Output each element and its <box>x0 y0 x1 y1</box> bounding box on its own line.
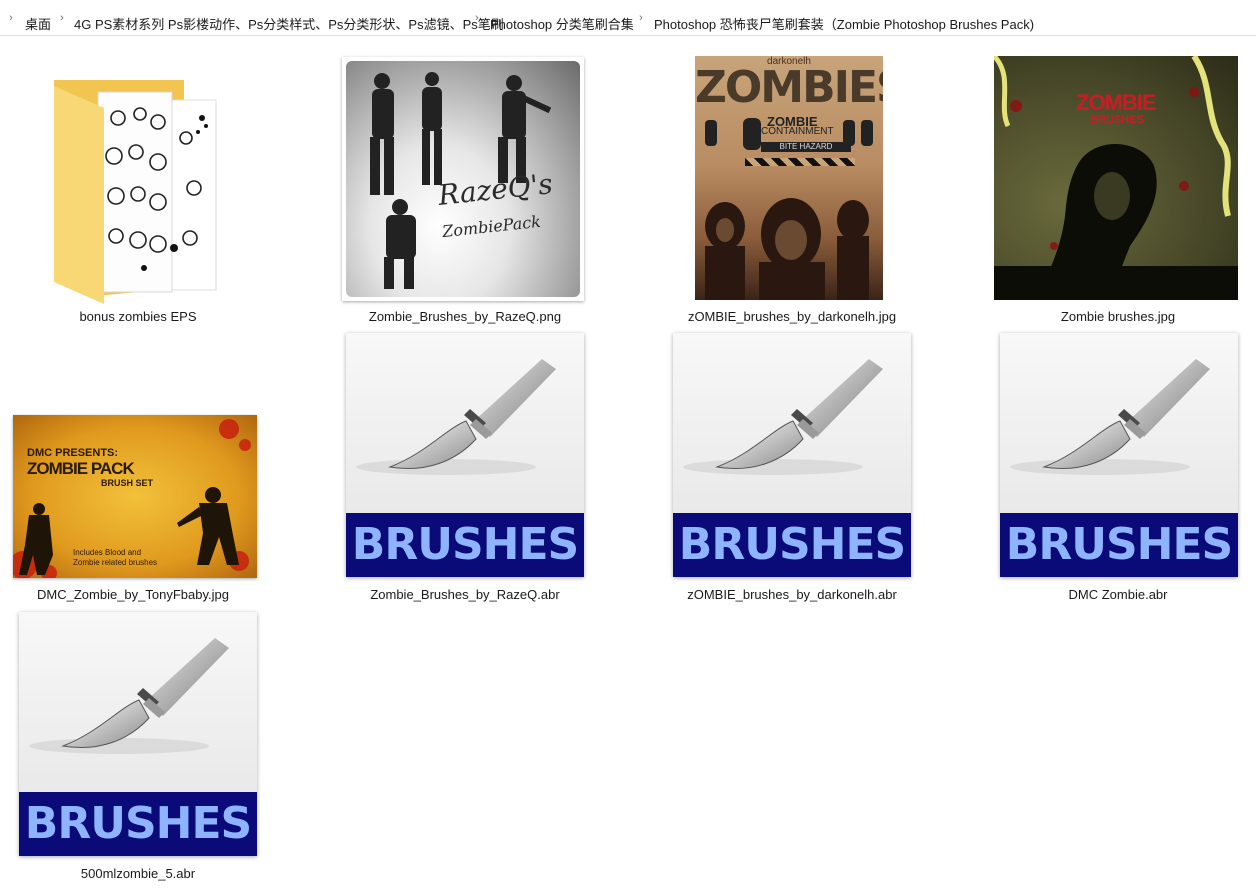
brush-file-item[interactable]: BRUSHES 500mlzombie_5.abr <box>18 612 258 888</box>
file-name: DMC Zombie.abr <box>1068 587 1168 602</box>
image-thumbnail: ZOMBIE BRUSHES <box>994 56 1238 300</box>
zombie-face-icon <box>994 56 1238 300</box>
brush-file-item[interactable]: BRUSHES DMC Zombie.abr <box>998 333 1238 609</box>
brush-file-item[interactable]: BRUSHES zOMBIE_brushes_by_darkonelh.abr <box>672 333 912 609</box>
zombie-crowd-icon <box>705 198 869 300</box>
file-name: zOMBIE_brushes_by_darkonelh.abr <box>687 587 897 602</box>
paintbrush-icon <box>1010 359 1210 475</box>
file-name: bonus zombies EPS <box>79 309 197 324</box>
image-file-item[interactable]: darkonelh ZOMBIES ZOMBIE CONTAINMENT BIT… <box>672 55 912 330</box>
folder-icon <box>54 80 217 304</box>
art-sub2: CONTAINMENT <box>761 126 834 137</box>
brush-file-icon: BRUSHES <box>1000 333 1238 577</box>
image-file-item[interactable]: DMC PRESENTS: ZOMBIE PACK BRUSH SET Incl… <box>13 414 258 609</box>
brushes-badge: BRUSHES <box>346 513 584 577</box>
breadcrumb-item-brush-collection[interactable]: Photoshop 分类笔刷合集 <box>490 17 634 33</box>
paintbrush-icon <box>29 638 229 754</box>
brush-file-icon: BRUSHES <box>673 333 911 577</box>
breadcrumb-item-desktop[interactable]: 桌面 <box>25 17 51 33</box>
art-sub3: BITE HAZARD <box>761 142 851 152</box>
image-file-item[interactable]: ZOMBIE BRUSHES Zombie brushes.jpg <box>994 55 1238 330</box>
breadcrumb-item-zombie-pack[interactable]: Photoshop 恐怖丧尸笔刷套装（Zombie Photoshop Brus… <box>654 17 1034 33</box>
chevron-right-icon[interactable]: › <box>472 11 482 25</box>
paintbrush-icon <box>683 359 883 475</box>
image-thumbnail: RazeQ's ZombiePack <box>342 57 584 301</box>
file-name: Zombie brushes.jpg <box>1060 309 1176 324</box>
file-name: DMC_Zombie_by_TonyFbaby.jpg <box>37 587 229 602</box>
chevron-right-icon[interactable]: › <box>57 11 67 25</box>
brushes-badge: BRUSHES <box>673 513 911 577</box>
file-name: Zombie_Brushes_by_RazeQ.png <box>368 309 562 324</box>
folder-item[interactable]: bonus zombies EPS <box>18 70 258 330</box>
file-name: zOMBIE_brushes_by_darkonelh.jpg <box>687 309 897 324</box>
brush-file-icon: BRUSHES <box>346 333 584 577</box>
image-file-item[interactable]: RazeQ's ZombiePack Zombie_Brushes_by_Raz… <box>340 55 590 330</box>
brushes-badge: BRUSHES <box>19 792 257 856</box>
brush-file-icon: BRUSHES <box>19 612 257 856</box>
brushes-badge: BRUSHES <box>1000 513 1238 577</box>
zombie-silhouette-icon <box>13 419 251 578</box>
breadcrumb-item-ps-series[interactable]: 4G PS素材系列 Ps影楼动作、Ps分类样式、Ps分类形状、Ps滤镜、Ps笔刷 <box>74 17 504 33</box>
file-name: Zombie_Brushes_by_RazeQ.abr <box>370 587 560 602</box>
art-title: ZOMBIES <box>695 62 883 113</box>
paintbrush-icon <box>356 359 556 475</box>
image-thumbnail: DMC PRESENTS: ZOMBIE PACK BRUSH SET Incl… <box>13 415 257 578</box>
chevron-right-icon[interactable]: › <box>6 11 16 25</box>
file-name: 500mlzombie_5.abr <box>80 866 196 881</box>
image-thumbnail: darkonelh ZOMBIES ZOMBIE CONTAINMENT BIT… <box>695 56 883 300</box>
brush-file-item[interactable]: BRUSHES Zombie_Brushes_by_RazeQ.abr <box>345 333 585 609</box>
address-bar: › 桌面 › 4G PS素材系列 Ps影楼动作、Ps分类样式、Ps分类形状、Ps… <box>0 0 1256 36</box>
chevron-right-icon[interactable]: › <box>636 11 646 25</box>
